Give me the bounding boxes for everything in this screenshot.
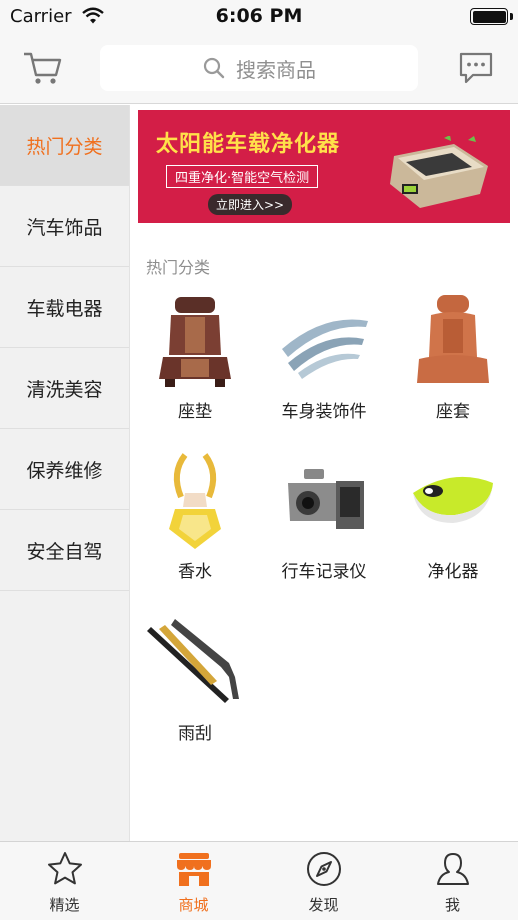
category-body-decoration[interactable]: 车身装饰件 — [259, 293, 389, 455]
person-icon — [437, 853, 469, 885]
sidebar-item-maintenance[interactable]: 保养维修 — [0, 429, 129, 510]
category-label: 雨刮 — [178, 724, 212, 744]
category-sidebar: 热门分类 汽车饰品 车载电器 清洗美容 保养维修 安全自驾 — [0, 105, 130, 841]
tab-label: 发现 — [308, 896, 339, 914]
category-perfume[interactable]: 香水 — [130, 453, 260, 615]
sidebar-item-hot[interactable]: 热门分类 — [0, 105, 129, 186]
seat-cushion-image — [159, 297, 231, 387]
banner-cta-button[interactable]: 立即进入>> — [208, 194, 293, 215]
chat-bubble-icon[interactable] — [458, 51, 494, 85]
banner-title: 太阳能车载净化器 — [156, 132, 341, 157]
search-icon — [203, 57, 225, 79]
search-input[interactable]: 搜索商品 — [100, 45, 418, 91]
air-purifier-image — [413, 476, 493, 523]
tab-label: 商城 — [178, 896, 209, 914]
banner-subtitle: 四重净化·智能空气检测 — [166, 165, 319, 188]
sidebar-item-accessories[interactable]: 汽车饰品 — [0, 186, 129, 267]
category-dash-cam[interactable]: 行车记录仪 — [259, 453, 389, 615]
car-perfume-image — [169, 453, 221, 549]
status-time: 6:06 PM — [215, 5, 303, 27]
star-icon — [48, 852, 82, 885]
category-label: 行车记录仪 — [281, 562, 367, 582]
window-visor-image — [282, 319, 368, 379]
category-wiper[interactable]: 雨刮 — [130, 615, 260, 777]
category-label: 车身装饰件 — [281, 402, 367, 422]
battery-icon — [470, 8, 508, 25]
tab-featured[interactable]: 精选 — [0, 842, 129, 920]
category-label: 座套 — [436, 402, 470, 422]
category-purifier[interactable]: 净化器 — [388, 453, 518, 615]
tab-label: 我 — [444, 896, 460, 914]
section-title: 热门分类 — [146, 258, 211, 277]
content-area: 太阳能车载净化器 四重净化·智能空气检测 立即进入>> 热门分类 座垫 车身装饰… — [130, 105, 518, 841]
cart-icon[interactable] — [22, 48, 64, 88]
promo-banner[interactable]: 太阳能车载净化器 四重净化·智能空气检测 立即进入>> — [138, 110, 510, 223]
category-label: 净化器 — [427, 562, 479, 582]
seat-cover-image — [417, 295, 489, 383]
status-bar: Carrier 6:06 PM — [0, 0, 518, 34]
battery-tip — [510, 13, 513, 20]
wiper-blade-image — [147, 619, 239, 703]
category-seat-cushion[interactable]: 座垫 — [130, 293, 260, 455]
sidebar-item-cleaning[interactable]: 清洗美容 — [0, 348, 129, 429]
nav-bar: 搜索商品 — [0, 34, 518, 104]
tab-discover[interactable]: 发现 — [259, 842, 388, 920]
category-label: 座垫 — [178, 402, 212, 422]
tab-label: 精选 — [49, 896, 80, 914]
sidebar-item-electronics[interactable]: 车载电器 — [0, 267, 129, 348]
tab-store[interactable]: 商城 — [129, 842, 258, 920]
tab-me[interactable]: 我 — [388, 842, 517, 920]
air-purifier-image — [390, 136, 488, 208]
store-icon — [177, 853, 211, 886]
compass-icon — [307, 852, 341, 886]
dash-cam-image — [288, 469, 364, 529]
category-label: 香水 — [178, 562, 212, 582]
sidebar-item-safety[interactable]: 安全自驾 — [0, 510, 129, 591]
category-seat-cover[interactable]: 座套 — [388, 293, 518, 455]
search-placeholder: 搜索商品 — [236, 57, 316, 82]
tab-bar: 精选 商城 发现 我 — [0, 841, 518, 920]
